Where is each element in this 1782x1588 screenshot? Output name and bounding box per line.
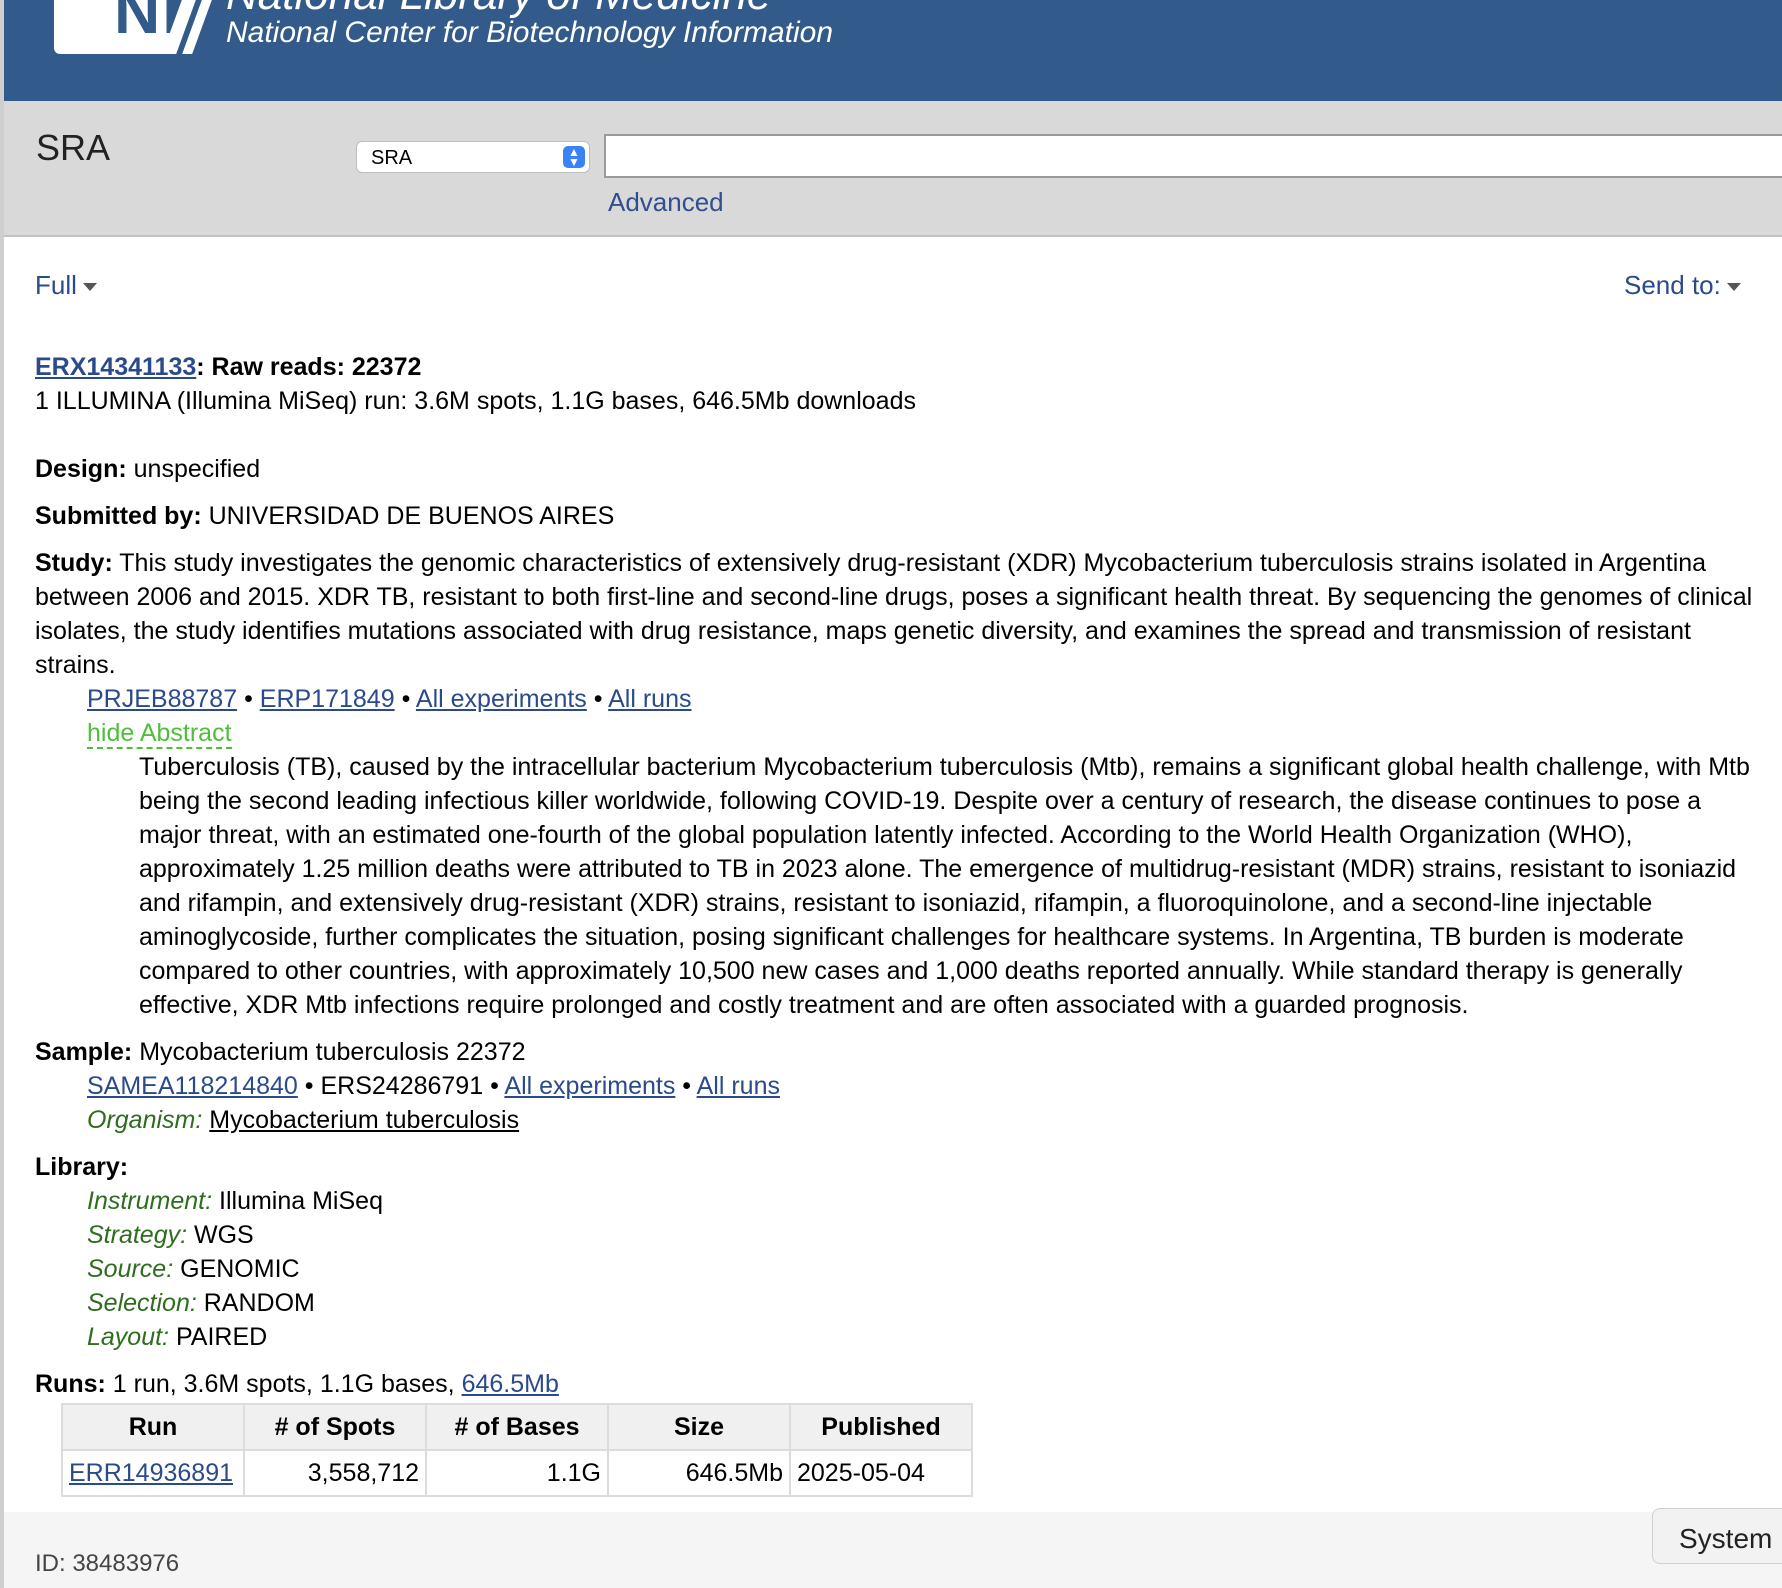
column-header: Size — [607, 1403, 791, 1451]
nih-logo[interactable]: NIH — [54, 0, 228, 54]
link-separator: • — [244, 685, 253, 713]
published-cell: 2025-05-04 — [789, 1449, 973, 1497]
library-layout: Layout: PAIRED — [35, 1320, 1770, 1354]
database-select[interactable]: SRA ▲ ▼ — [356, 141, 590, 173]
library-selection: Selection: RANDOM — [35, 1286, 1770, 1320]
select-arrows-icon: ▲ ▼ — [563, 146, 585, 168]
advanced-search-link[interactable]: Advanced — [608, 187, 724, 218]
ncbi-header: NIH National Library of Medicine Nationa… — [4, 0, 1782, 101]
study-description: This study investigates the genomic char… — [35, 549, 1753, 679]
send-to-label: Send to: — [1624, 270, 1721, 300]
design-line: Design: unspecified — [35, 452, 1770, 486]
record-summary: 1 ILLUMINA (Illumina MiSeq) run: 3.6M sp… — [35, 387, 916, 415]
study-all-experiments-link[interactable]: All experiments — [416, 685, 587, 713]
run-cell: ERR14936891 — [61, 1449, 245, 1497]
layout-label: Layout: — [87, 1323, 170, 1351]
footer-strip — [4, 1512, 1782, 1588]
library-label: Library: — [35, 1153, 129, 1181]
sample-all-experiments-link[interactable]: All experiments — [504, 1072, 675, 1100]
sample-all-runs-link[interactable]: All runs — [697, 1072, 780, 1100]
spots-cell: 3,558,712 — [243, 1449, 427, 1497]
link-separator: • — [490, 1072, 499, 1100]
organism-line: Organism: Mycobacterium tuberculosis — [35, 1103, 1770, 1137]
runs-download-link[interactable]: 646.5Mb — [462, 1370, 559, 1398]
layout-value: PAIRED — [175, 1323, 268, 1351]
runs-summary: 1 run, 3.6M spots, 1.1G bases, — [112, 1370, 455, 1398]
caret-down-icon — [1726, 283, 1741, 292]
source-label: Source: — [87, 1255, 174, 1283]
caret-down-icon — [82, 283, 97, 292]
submitted-value: UNIVERSIDAD DE BUENOS AIRES — [208, 502, 615, 530]
ers-accession: ERS24286791 — [320, 1072, 484, 1100]
record-title: ERX14341133: Raw reads: 22372 — [35, 350, 1770, 384]
column-header: # of Spots — [243, 1403, 427, 1451]
display-format-label: Full — [35, 270, 77, 300]
runs-table: Run # of Spots # of Bases Size Published… — [61, 1403, 973, 1497]
design-value: unspecified — [133, 455, 261, 483]
strategy-label: Strategy: — [87, 1221, 188, 1249]
study-accession-link[interactable]: ERP171849 — [260, 685, 395, 713]
study-links: PRJEB88787 • ERP171849 • All experiments… — [35, 682, 1770, 716]
size-cell: 646.5Mb — [607, 1449, 791, 1497]
project-link[interactable]: PRJEB88787 — [87, 685, 237, 713]
run-accession-link[interactable]: ERR14936891 — [69, 1459, 233, 1487]
link-separator: • — [593, 685, 603, 713]
strategy-value: WGS — [194, 1221, 254, 1249]
record-id: ID: 38483976 — [35, 1550, 180, 1577]
database-select-value: SRA — [371, 147, 413, 169]
instrument-label: Instrument: — [87, 1187, 213, 1215]
table-row: ERR14936891 3,558,712 1.1G 646.5Mb 2025-… — [61, 1449, 973, 1497]
ncbi-subtitle[interactable]: National Center for Biotechnology Inform… — [226, 16, 833, 50]
runs-line: Runs: 1 run, 3.6M spots, 1.1G bases, 646… — [35, 1367, 1770, 1401]
column-header: Run — [61, 1403, 245, 1451]
selection-label: Selection: — [87, 1289, 197, 1317]
bases-cell: 1.1G — [425, 1449, 609, 1497]
system-button[interactable]: System — [1652, 1508, 1782, 1564]
search-bar: SRA SRA ▲ ▼ Advanced — [4, 101, 1782, 237]
window-edge — [0, 0, 4, 1588]
column-header: # of Bases — [425, 1403, 609, 1451]
organism-label: Organism: — [87, 1106, 203, 1134]
selection-value: RANDOM — [203, 1289, 315, 1317]
submitted-label: Submitted by: — [35, 502, 202, 530]
instrument-value: Illumina MiSeq — [219, 1187, 383, 1215]
library-strategy: Strategy: WGS — [35, 1218, 1770, 1252]
database-title: SRA — [36, 127, 111, 168]
send-to-menu[interactable]: Send to: — [1624, 270, 1741, 301]
link-separator: • — [304, 1072, 314, 1100]
link-separator: • — [401, 685, 411, 713]
runs-label: Runs: — [35, 1370, 106, 1398]
study-line: Study: This study investigates the genom… — [35, 546, 1770, 682]
biosample-link[interactable]: SAMEA118214840 — [87, 1072, 298, 1100]
record-content: ERX14341133: Raw reads: 22372 1 ILLUMINA… — [35, 350, 1770, 1497]
experiment-accession-link[interactable]: ERX14341133 — [35, 353, 196, 381]
study-label: Study: — [35, 549, 113, 577]
link-separator: • — [682, 1072, 692, 1100]
sample-value: Mycobacterium tuberculosis 22372 — [139, 1038, 526, 1066]
library-source: Source: GENOMIC — [35, 1252, 1770, 1286]
sample-links: SAMEA118214840 • ERS24286791 • All exper… — [35, 1069, 1770, 1103]
library-instrument: Instrument: Illumina MiSeq — [35, 1184, 1770, 1218]
record-title-suffix: : Raw reads: 22372 — [196, 353, 422, 381]
hide-abstract-toggle[interactable]: hide Abstract — [87, 719, 232, 749]
sample-line: Sample: Mycobacterium tuberculosis 22372 — [35, 1035, 1770, 1069]
search-input[interactable] — [604, 134, 1782, 178]
submitted-line: Submitted by: UNIVERSIDAD DE BUENOS AIRE… — [35, 499, 1770, 533]
sample-label: Sample: — [35, 1038, 133, 1066]
abstract-toggle-line: hide Abstract — [35, 716, 1770, 750]
organism-link[interactable]: Mycobacterium tuberculosis — [209, 1106, 519, 1134]
display-format-menu[interactable]: Full — [35, 270, 97, 301]
runs-table-header: Run # of Spots # of Bases Size Published — [61, 1403, 973, 1451]
column-header: Published — [789, 1403, 973, 1451]
design-label: Design: — [35, 455, 127, 483]
study-abstract: Tuberculosis (TB), caused by the intrace… — [139, 753, 1750, 1019]
source-value: GENOMIC — [180, 1255, 300, 1283]
study-all-runs-link[interactable]: All runs — [608, 685, 691, 713]
